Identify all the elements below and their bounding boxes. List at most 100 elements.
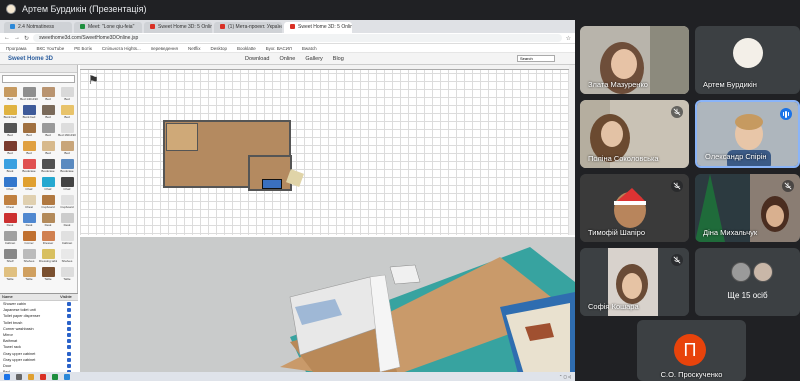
visible-checkbox[interactable] <box>67 302 71 307</box>
back-icon[interactable]: ← <box>4 35 10 41</box>
3d-view[interactable] <box>80 237 575 381</box>
search-icon[interactable] <box>16 373 22 380</box>
sweethome-logo[interactable]: Sweet Home 3D <box>0 56 80 62</box>
catalog-item[interactable]: Chair <box>1 177 19 194</box>
star-icon[interactable]: ☆ <box>566 35 571 42</box>
visible-checkbox[interactable] <box>67 333 71 338</box>
catalog-item[interactable]: Chest <box>20 195 38 212</box>
catalog-item[interactable]: Desk <box>1 213 19 230</box>
visible-checkbox[interactable] <box>67 314 71 319</box>
browser-tab[interactable]: (1) Мета-проект. Україна за <box>214 22 282 33</box>
catalog-item[interactable]: Bed <box>1 141 19 158</box>
browser-tab[interactable]: Sweet Home 3D: 5 Online <box>144 22 212 33</box>
catalog-item[interactable]: Dresser <box>39 231 57 248</box>
reload-icon[interactable]: ↻ <box>24 35 29 42</box>
bookmark[interactable]: РЕ Ботік <box>74 46 92 51</box>
catalog-item[interactable]: Bed <box>58 105 76 122</box>
bookmark[interactable]: Netflix <box>188 46 201 51</box>
catalog-item[interactable]: Bed <box>1 87 19 104</box>
participant-tile[interactable]: Злата Мазуренко <box>580 26 689 94</box>
bookmark[interactable]: Програма <box>6 46 26 51</box>
participant-tile-active[interactable]: Олександр Спірін <box>695 100 800 168</box>
nav-online[interactable]: Online <box>279 56 295 62</box>
catalog-item[interactable]: Desk <box>20 213 38 230</box>
search-input[interactable]: Search <box>517 55 555 62</box>
participant-tile[interactable]: П С.О. Проскученко <box>637 320 746 381</box>
catalog-item[interactable]: Chair <box>58 177 76 194</box>
participant-tile[interactable]: Діна Михальчук <box>695 174 800 242</box>
catalog-item[interactable]: Bunk bed <box>20 105 38 122</box>
start-icon[interactable] <box>4 373 10 380</box>
nav-gallery[interactable]: Gallery <box>305 56 322 62</box>
catalog-item[interactable]: Shelves <box>58 249 76 266</box>
compass-icon[interactable]: ⚑ <box>88 73 99 87</box>
participant-tile[interactable]: Софія Кошара <box>580 248 689 316</box>
visible-checkbox[interactable] <box>67 326 71 331</box>
bookmark[interactable]: Booklatte <box>237 46 256 51</box>
bookmark[interactable]: переведення <box>151 46 178 51</box>
catalog-item[interactable]: Bed <box>39 105 57 122</box>
browser-icon[interactable] <box>40 373 46 380</box>
catalog-item[interactable]: Chest <box>1 195 19 212</box>
visible-checkbox[interactable] <box>67 363 71 368</box>
catalog-item[interactable]: Bed <box>39 141 57 158</box>
catalog-item[interactable]: Bunk bed <box>1 105 19 122</box>
bookmark[interactable]: ВКС YouTube <box>36 46 64 51</box>
catalog-item[interactable]: Cabinet <box>58 231 76 248</box>
catalog-item[interactable]: Shelf <box>1 249 19 266</box>
bookmark[interactable]: Bwatch <box>302 46 317 51</box>
app-icon[interactable] <box>52 373 58 380</box>
app-icon[interactable] <box>64 373 70 380</box>
room-bath[interactable] <box>166 123 198 151</box>
catalog-item[interactable]: Cabinet <box>1 231 19 248</box>
catalog-search[interactable] <box>2 75 75 83</box>
visible-checkbox[interactable] <box>67 351 71 356</box>
catalog-item[interactable]: Bed <box>1 123 19 140</box>
catalog-item[interactable]: Bed <box>39 123 57 140</box>
catalog-item[interactable]: Shelves <box>20 249 38 266</box>
participant-tile[interactable]: Артем Бурдикін <box>695 26 800 94</box>
catalog-item[interactable]: Bookcase <box>39 159 57 176</box>
catalog-item[interactable]: Chair <box>39 177 57 194</box>
browser-tab[interactable]: Meet: "Lone qiu-feia" <box>74 22 142 33</box>
catalog-item[interactable]: Bed 160x190 <box>58 123 76 140</box>
catalog-item[interactable]: Cupboard <box>58 195 76 212</box>
bookmark[interactable]: Desktop <box>210 46 227 51</box>
folder-icon[interactable] <box>28 373 34 380</box>
catalog-item[interactable]: Table <box>39 267 57 284</box>
catalog-item[interactable]: Bed <box>20 141 38 158</box>
browser-tab-active[interactable]: Sweet Home 3D: 5 Online <box>284 22 352 33</box>
plan-view[interactable] <box>80 65 575 235</box>
visible-checkbox[interactable] <box>67 339 71 344</box>
nav-download[interactable]: Download <box>245 56 269 62</box>
plan-scrollbar[interactable] <box>569 65 575 235</box>
visible-checkbox[interactable] <box>67 345 71 350</box>
catalog-item[interactable]: Bed <box>58 141 76 158</box>
participant-tile[interactable]: Тимофій Шапіро <box>580 174 689 242</box>
catalog-item[interactable]: Cupboard <box>39 195 57 212</box>
catalog-item[interactable]: Bed <box>58 87 76 104</box>
col-visible[interactable]: Visible <box>60 294 78 300</box>
catalog-item[interactable]: Table <box>58 267 76 284</box>
catalog-item[interactable]: Book <box>1 159 19 176</box>
catalog-item[interactable]: Desk <box>58 213 76 230</box>
forward-icon[interactable]: → <box>14 35 20 41</box>
visible-checkbox[interactable] <box>67 320 71 325</box>
col-name[interactable]: Name <box>0 294 60 300</box>
visible-checkbox[interactable] <box>67 357 71 362</box>
bookmark[interactable]: Бухг. ВАСИЛ <box>266 46 292 51</box>
catalog-item[interactable]: Bed <box>39 87 57 104</box>
catalog-item[interactable]: Bookcase <box>20 159 38 176</box>
catalog-item[interactable]: Bookcase <box>58 159 76 176</box>
url-field[interactable]: sweethome3d.com/SweetHome3DOnline.jsp <box>33 34 562 42</box>
nav-blog[interactable]: Blog <box>333 56 344 62</box>
catalog-item[interactable]: Corner <box>20 231 38 248</box>
catalog-item[interactable]: Desk <box>39 213 57 230</box>
visible-checkbox[interactable] <box>67 308 71 313</box>
participant-tile[interactable]: Поліна Соколовська <box>580 100 689 168</box>
catalog-item[interactable]: Bed <box>20 123 38 140</box>
catalog-item[interactable]: Chair <box>20 177 38 194</box>
catalog-item[interactable]: Table <box>20 267 38 284</box>
more-participants-tile[interactable]: Ще 15 осіб <box>695 248 800 316</box>
plan-furniture[interactable] <box>262 179 282 189</box>
